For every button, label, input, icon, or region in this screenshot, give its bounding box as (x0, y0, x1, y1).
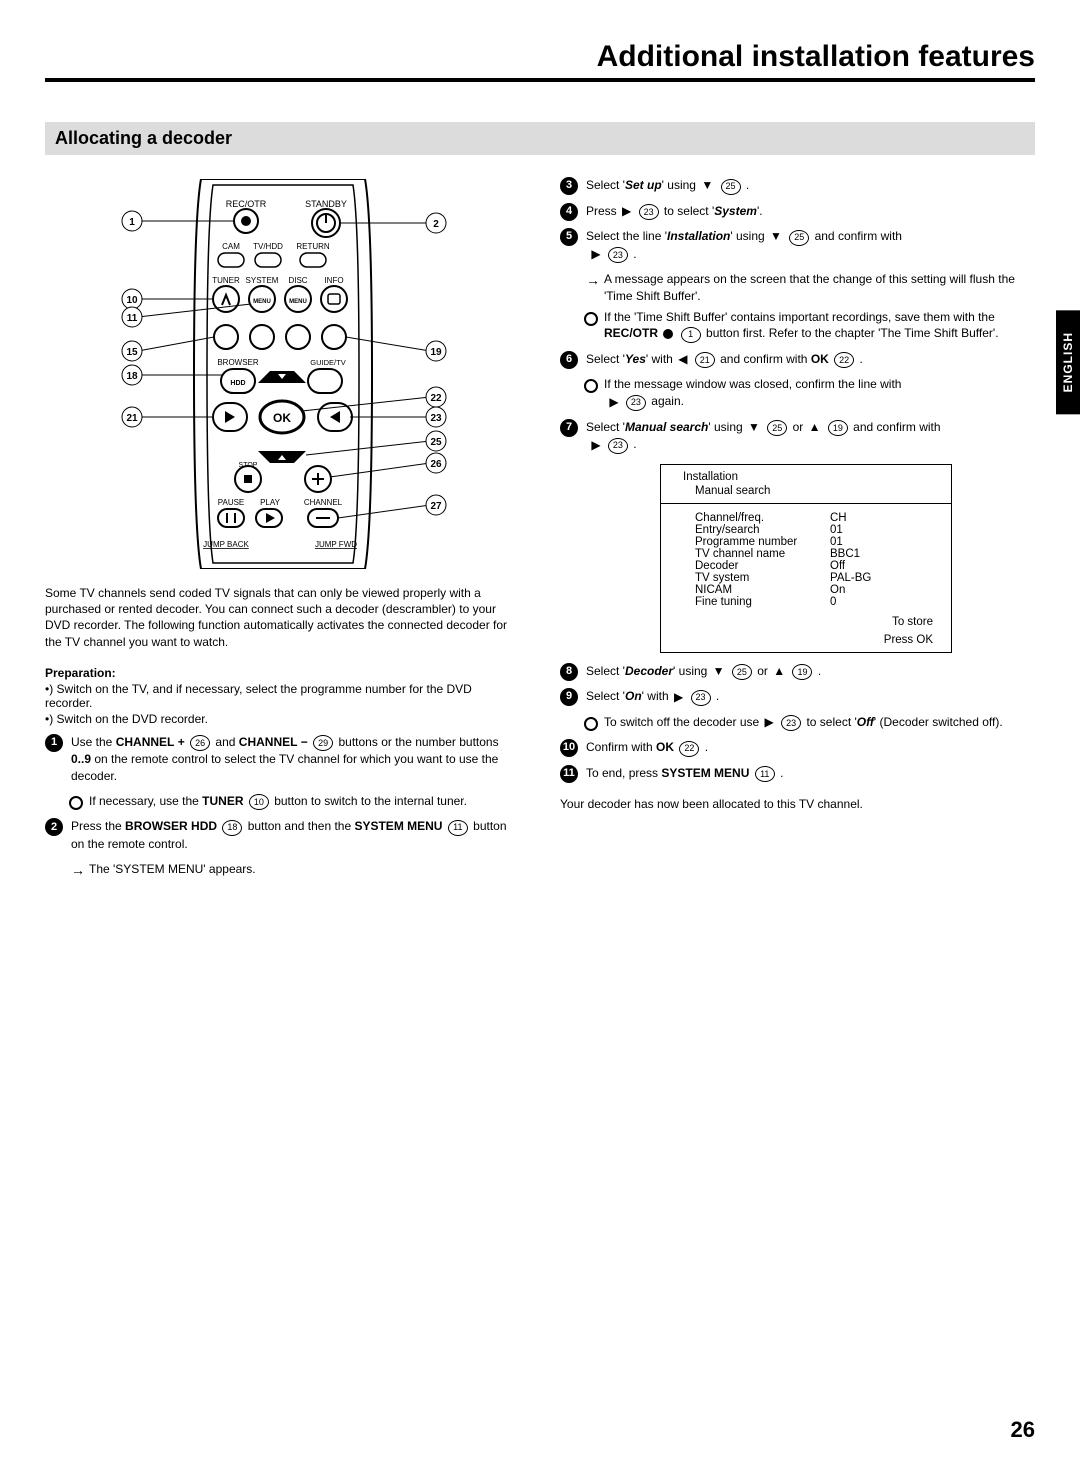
remote-diagram: REC/OTR STANDBY CAM TV/HDD RETURN TUNER … (45, 179, 520, 569)
svg-text:STOP: STOP (238, 462, 257, 469)
svg-text:REC/OTR: REC/OTR (225, 199, 266, 209)
remote-svg: REC/OTR STANDBY CAM TV/HDD RETURN TUNER … (118, 179, 448, 569)
step-num-4: 4 (560, 203, 578, 221)
step-9-sub: To switch off the decoder use ▶ 23 to se… (560, 714, 1035, 732)
step-1-sub: If necessary, use the TUNER 10 button to… (45, 793, 520, 811)
osd-row: Fine tuning0 (695, 596, 939, 608)
svg-text:25: 25 (430, 437, 442, 448)
step-num-1: 1 (45, 734, 63, 752)
prep-bullet-1: •) Switch on the TV, and if necessary, s… (45, 682, 520, 710)
svg-text:TV/HDD: TV/HDD (253, 242, 283, 251)
osd-subtitle: Manual search (661, 485, 951, 501)
intro-text: Some TV channels send coded TV signals t… (45, 585, 520, 650)
osd-body: Channel/freq.CHEntry/search01Programme n… (661, 508, 951, 616)
svg-text:GUIDE/TV: GUIDE/TV (310, 358, 345, 367)
osd-row: Entry/search01 (695, 524, 939, 536)
osd-row: DecoderOff (695, 560, 939, 572)
closing-text: Your decoder has now been allocated to t… (560, 796, 1035, 812)
svg-text:BROWSER: BROWSER (217, 358, 259, 367)
svg-text:MENU: MENU (289, 299, 307, 305)
step-11: 11 To end, press SYSTEM MENU 11 . (560, 765, 1035, 783)
svg-text:TUNER: TUNER (212, 276, 240, 285)
step-5-sub-b: If the 'Time Shift Buffer' contains impo… (560, 309, 1035, 343)
step-5-sub-a: A message appears on the screen that the… (560, 271, 1035, 305)
record-icon (663, 329, 673, 339)
section-title: Allocating a decoder (45, 122, 1035, 155)
svg-text:JUMP FWD: JUMP FWD (314, 540, 356, 549)
svg-text:STANDBY: STANDBY (305, 199, 347, 209)
svg-text:27: 27 (430, 501, 442, 512)
svg-text:OK: OK (273, 411, 291, 425)
svg-text:HDD: HDD (230, 380, 245, 387)
step-1: 1 Use the CHANNEL + 26 and CHANNEL − 29 … (45, 734, 520, 785)
step-num-6: 6 (560, 351, 578, 369)
step-6: 6 Select 'Yes' with ◀ 21 and confirm wit… (560, 351, 1035, 369)
osd-title: Installation (661, 465, 951, 485)
step-5: 5 Select the line 'Installation' using ▼… (560, 228, 1035, 263)
osd-row: NICAMOn (695, 584, 939, 596)
step-2-sub: The 'SYSTEM MENU' appears. (45, 861, 520, 878)
step-num-5: 5 (560, 228, 578, 246)
osd-row: Channel/freq.CH (695, 512, 939, 524)
svg-text:JUMP BACK: JUMP BACK (203, 540, 249, 549)
svg-text:21: 21 (126, 413, 138, 424)
svg-text:26: 26 (430, 459, 442, 470)
step-6-sub: If the message window was closed, confir… (560, 376, 1035, 410)
osd-window: Installation Manual search Channel/freq.… (660, 464, 952, 653)
prep-bullet-2: •) Switch on the DVD recorder. (45, 712, 520, 726)
osd-row: Programme number01 (695, 536, 939, 548)
osd-foot1: To store (661, 616, 951, 634)
step-10: 10 Confirm with OK 22 . (560, 739, 1035, 757)
svg-text:PLAY: PLAY (260, 498, 281, 507)
svg-text:18: 18 (126, 371, 138, 382)
language-tab: ENGLISH (1056, 310, 1080, 414)
svg-text:CHANNEL: CHANNEL (303, 498, 342, 507)
step-3: 3 Select 'Set up' using ▼ 25 . (560, 177, 1035, 195)
step-9: 9 Select 'On' with ▶ 23 . (560, 688, 1035, 706)
svg-text:11: 11 (126, 313, 137, 324)
svg-text:19: 19 (430, 347, 442, 358)
svg-text:CAM: CAM (222, 242, 240, 251)
osd-row: TV channel nameBBC1 (695, 548, 939, 560)
svg-text:10: 10 (126, 295, 138, 306)
svg-text:INFO: INFO (324, 276, 343, 285)
step-4: 4 Press ▶ 23 to select 'System'. (560, 203, 1035, 221)
step-num-11: 11 (560, 765, 578, 783)
svg-text:22: 22 (430, 393, 442, 404)
svg-text:23: 23 (430, 413, 442, 424)
step-num-8: 8 (560, 663, 578, 681)
step-num-3: 3 (560, 177, 578, 195)
svg-text:2: 2 (433, 219, 439, 230)
step-num-7: 7 (560, 419, 578, 437)
svg-text:RETURN: RETURN (296, 242, 330, 251)
left-column: REC/OTR STANDBY CAM TV/HDD RETURN TUNER … (45, 169, 520, 881)
page-number: 26 (1011, 1417, 1035, 1443)
osd-row: TV systemPAL-BG (695, 572, 939, 584)
svg-text:1: 1 (129, 217, 135, 228)
step-7: 7 Select 'Manual search' using ▼ 25 or ▲… (560, 419, 1035, 454)
right-column: 3 Select 'Set up' using ▼ 25 . 4 Press ▶… (560, 169, 1035, 881)
step-2: 2 Press the BROWSER HDD 18 button and th… (45, 818, 520, 852)
svg-text:DISC: DISC (288, 276, 307, 285)
prep-heading: Preparation: (45, 666, 520, 680)
svg-text:PAUSE: PAUSE (217, 498, 244, 507)
step-num-9: 9 (560, 688, 578, 706)
osd-foot2: Press OK (661, 634, 951, 652)
svg-text:15: 15 (126, 347, 138, 358)
step-num-2: 2 (45, 818, 63, 836)
svg-text:SYSTEM: SYSTEM (245, 276, 278, 285)
step-8: 8 Select 'Decoder' using ▼ 25 or ▲ 19 . (560, 663, 1035, 681)
step-num-10: 10 (560, 739, 578, 757)
chapter-title: Additional installation features (45, 40, 1035, 82)
svg-text:MENU: MENU (253, 299, 271, 305)
